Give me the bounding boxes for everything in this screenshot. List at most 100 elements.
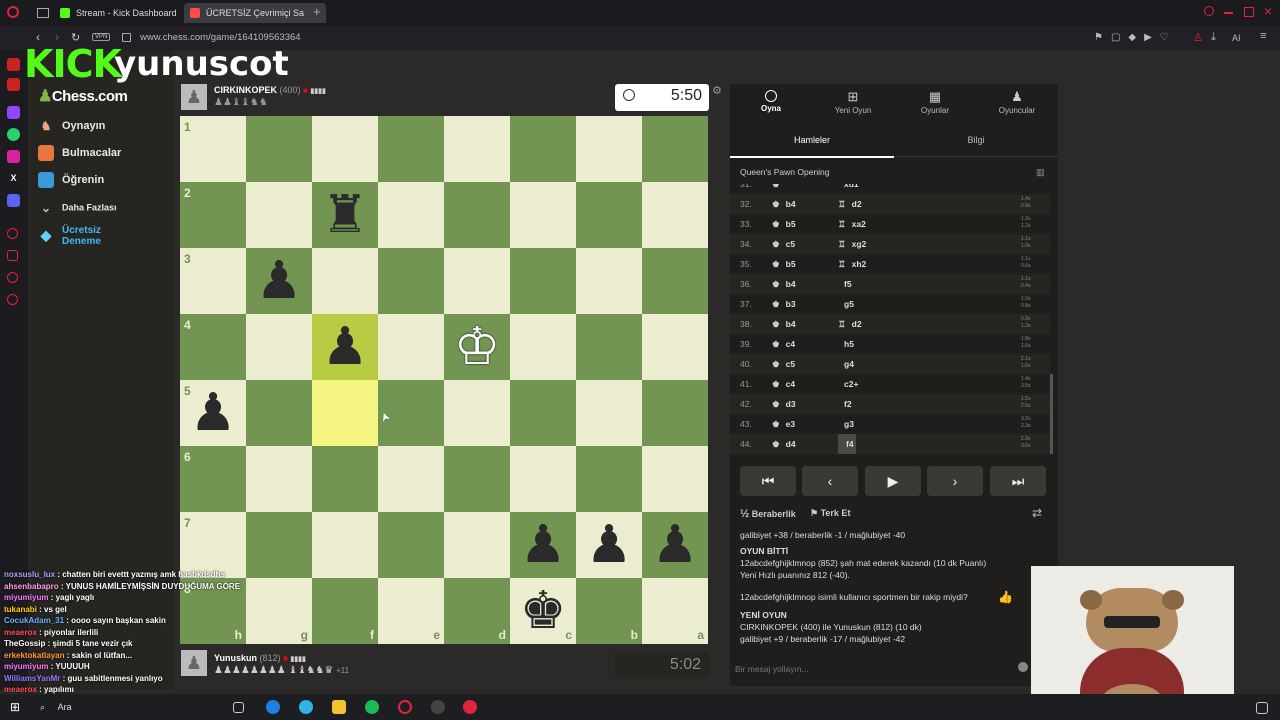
tab-chess[interactable]: ÜCRETSİZ Çevrimiçi Sa (184, 3, 326, 23)
move-row[interactable]: 44. ♚ d4 f4 2.9s 3.6s (730, 434, 1050, 454)
board-square[interactable]: 1 (180, 116, 246, 182)
black-move[interactable]: h5 (838, 334, 854, 354)
move-row[interactable]: 32. ♚ b4 ♖ d2 1.4s 0.9s (730, 194, 1050, 214)
black-move[interactable]: ♖ d2 (838, 194, 862, 214)
white-move[interactable]: ♚ c5 (772, 234, 795, 254)
sidebar-twitch-icon[interactable] (7, 106, 20, 119)
move-row[interactable]: 37. ♚ b3 g5 1.0s 0.8s (730, 294, 1050, 314)
board-square[interactable]: e (378, 578, 444, 644)
menu-icon[interactable]: ≡ (1260, 30, 1266, 42)
board-square[interactable]: d (444, 578, 510, 644)
board-square[interactable] (246, 446, 312, 512)
board-square[interactable] (312, 446, 378, 512)
flip-board-icon[interactable]: ⇄ (1032, 506, 1042, 520)
move-row[interactable]: 40. ♚ c5 g4 2.1s 1.6s (730, 354, 1050, 374)
move-row[interactable]: 38. ♚ b4 ♖ d2 0.9s 1.3s (730, 314, 1050, 334)
tab-play[interactable]: Oyna (730, 84, 812, 124)
search-tabs-icon[interactable] (1204, 6, 1214, 16)
edge-icon[interactable] (299, 700, 313, 714)
board-square[interactable] (444, 380, 510, 446)
black-pawn-piece[interactable]: ♟ (180, 380, 246, 446)
board-square[interactable] (510, 182, 576, 248)
black-move[interactable]: f4 (838, 434, 856, 454)
move-row[interactable]: 42. ♚ d3 f2 1.5s 2.5s (730, 394, 1050, 414)
maximize-button[interactable] (1244, 7, 1254, 17)
minimize-button[interactable] (1224, 12, 1233, 14)
board-square[interactable] (642, 116, 708, 182)
move-row[interactable]: 36. ♚ b4 f5 1.1s 0.4s (730, 274, 1050, 294)
move-row[interactable]: 41. ♚ c4 c2+ 1.4s 3.5s (730, 374, 1050, 394)
black-move[interactable]: f5 (838, 274, 852, 294)
vpn-badge[interactable]: VPN (92, 33, 111, 41)
board-square[interactable]: 3 (180, 248, 246, 314)
board-square[interactable] (312, 512, 378, 578)
board-square[interactable] (246, 182, 312, 248)
board-square[interactable] (510, 446, 576, 512)
board-square[interactable] (444, 116, 510, 182)
board-square[interactable] (246, 380, 312, 446)
sidebar-x-icon[interactable]: X (7, 172, 20, 185)
black-pawn-piece[interactable]: ♟ (642, 512, 708, 578)
nav-puzzles[interactable]: Bulmacalar (38, 145, 121, 161)
board-square[interactable] (444, 446, 510, 512)
white-move[interactable]: ♚ b4 (772, 194, 796, 214)
board-square[interactable] (510, 380, 576, 446)
board-square[interactable] (378, 182, 444, 248)
board-square[interactable] (576, 248, 642, 314)
chess-logo[interactable]: ♟Chess.com (38, 86, 128, 106)
board-square[interactable] (642, 314, 708, 380)
task-view-icon[interactable] (233, 702, 244, 713)
board-square[interactable] (378, 116, 444, 182)
top-player-name[interactable]: CIRKINKOPEK (400) ■ ▮▮▮▮ (214, 85, 326, 95)
board-square[interactable] (444, 512, 510, 578)
move-row[interactable]: 31.♚xd11.4s (730, 184, 1050, 194)
board-square[interactable] (378, 446, 444, 512)
black-king-piece[interactable]: ♚ (510, 578, 576, 644)
move-row[interactable]: 33. ♚ b5 ♖ xa2 1.2s 1.2s (730, 214, 1050, 234)
black-move[interactable]: ♖ xh2 (838, 254, 866, 274)
board-square[interactable] (576, 380, 642, 446)
white-move[interactable]: ♚ (772, 184, 786, 194)
thumbs-up-icon[interactable]: 👍 (998, 590, 1013, 604)
white-move[interactable]: ♚ b4 (772, 274, 796, 294)
board-square[interactable] (444, 248, 510, 314)
black-move[interactable]: g3 (838, 414, 854, 434)
board-square[interactable]: b (576, 578, 642, 644)
board-square[interactable]: 2 (180, 182, 246, 248)
white-move[interactable]: ♚ b3 (772, 294, 796, 314)
nav-play[interactable]: ♞ Oynayın (38, 118, 106, 134)
white-move[interactable]: ♚ b5 (772, 254, 796, 274)
black-pawn-piece[interactable]: ♟ (312, 314, 378, 380)
board-square[interactable] (312, 248, 378, 314)
move-list-scrollbar[interactable] (1050, 374, 1053, 454)
next-move-button[interactable]: › (927, 466, 983, 496)
board-square[interactable] (312, 116, 378, 182)
taskbar-search[interactable]: ⌕ Ara (34, 698, 184, 716)
sidebar-discord-icon[interactable] (7, 194, 20, 207)
prev-move-button[interactable]: ‹ (802, 466, 858, 496)
url-text[interactable]: www.chess.com/game/164109563364 (140, 32, 301, 43)
board-square[interactable] (576, 182, 642, 248)
white-move[interactable]: ♚ c5 (772, 354, 795, 374)
nav-learn[interactable]: Öğrenin (38, 172, 104, 188)
board-square[interactable]: f (312, 578, 378, 644)
first-move-button[interactable]: ⏮ (740, 466, 796, 496)
sidebar-tabs-icon[interactable] (7, 272, 18, 283)
board-square[interactable] (642, 446, 708, 512)
tab-new-game[interactable]: ⊞ Yeni Oyun (812, 84, 894, 124)
board-square[interactable] (510, 248, 576, 314)
spotify-icon[interactable] (365, 700, 379, 714)
board-square[interactable] (378, 512, 444, 578)
board-square[interactable] (246, 116, 312, 182)
board-square[interactable] (378, 314, 444, 380)
account-icon[interactable]: ♙ (1193, 31, 1203, 44)
black-move[interactable]: ♖ xa2 (838, 214, 866, 234)
black-pawn-piece[interactable]: ♟ (510, 512, 576, 578)
file-explorer-icon[interactable] (332, 700, 346, 714)
board-square[interactable] (510, 314, 576, 380)
ai-button[interactable]: AI (1232, 33, 1241, 43)
windows-start-icon[interactable]: ⊞ (10, 700, 24, 714)
board-square[interactable]: 6 (180, 446, 246, 512)
board-square[interactable] (312, 380, 378, 446)
black-move[interactable]: f2 (838, 394, 852, 414)
